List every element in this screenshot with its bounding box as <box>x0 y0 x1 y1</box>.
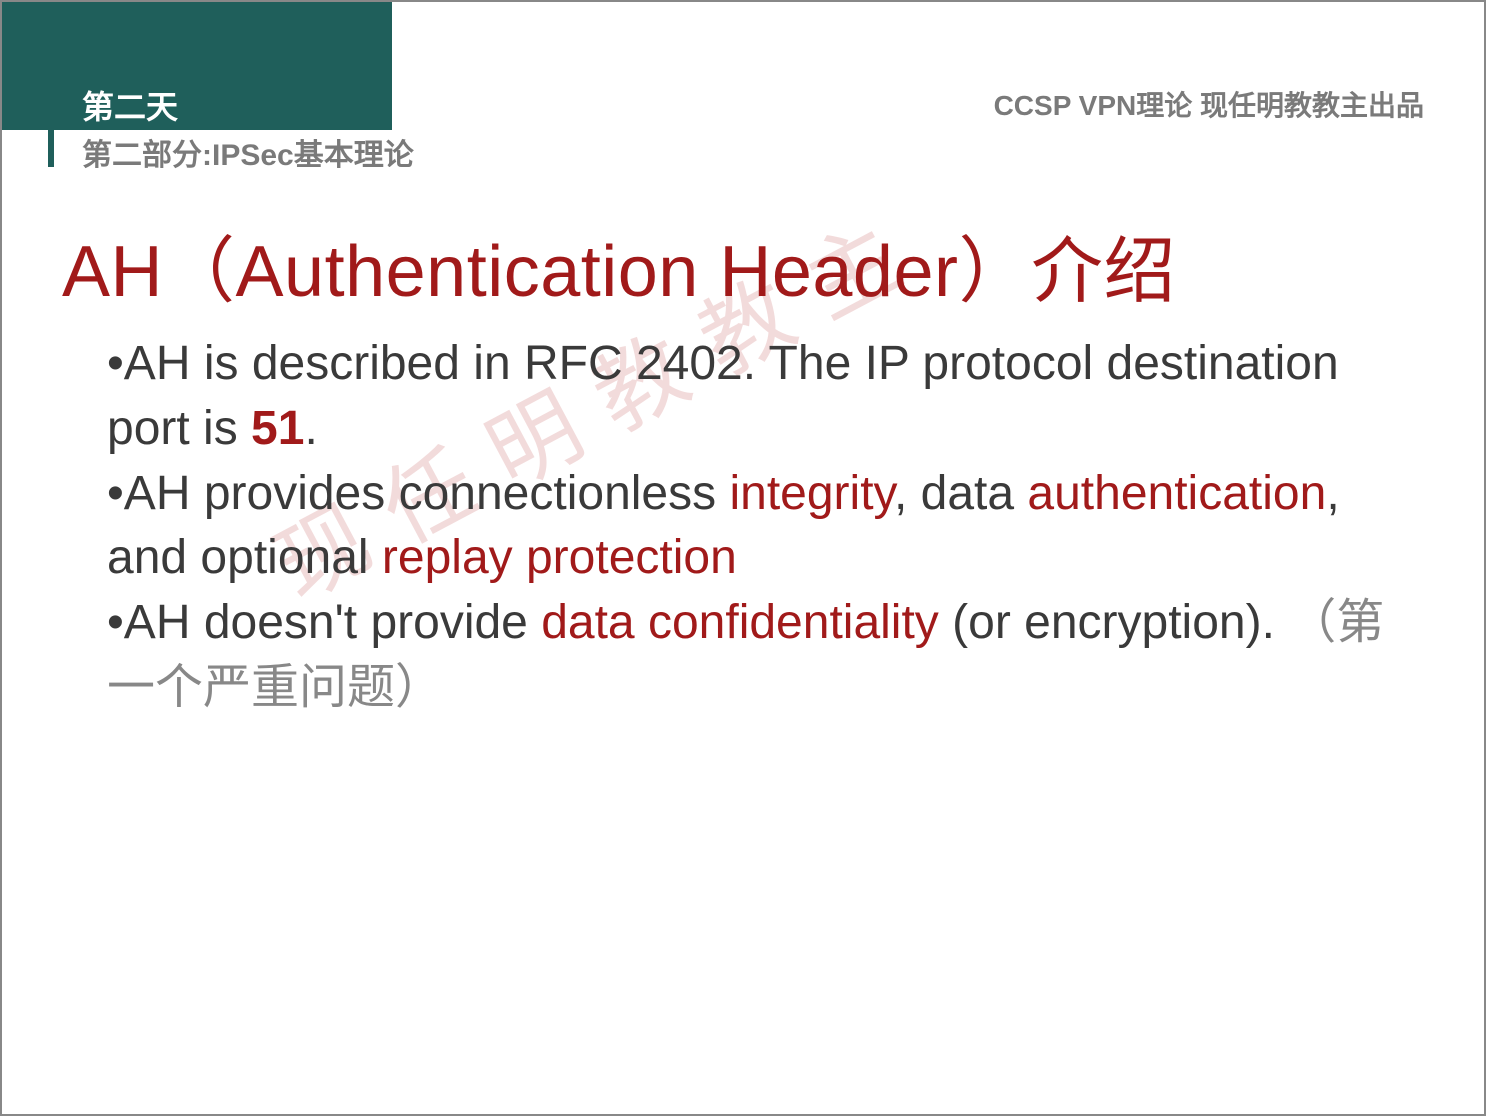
bullet-3-mid: (or encryption). <box>939 596 1288 649</box>
course-label: CCSP VPN理论 现任明教教主出品 <box>994 84 1424 124</box>
slide-title: AH（Authentication Header）介绍 <box>62 212 1176 317</box>
header-accent-bar <box>48 2 54 167</box>
bullet-2-mid1: , data <box>894 467 1027 520</box>
slide-content: •AH is described in RFC 2402. The IP pro… <box>107 332 1387 721</box>
bullet-2-authentication: authentication <box>1027 467 1326 520</box>
bullet-2-replay: replay protection <box>382 531 737 584</box>
bullet-3-pre: •AH doesn't provide <box>107 596 541 649</box>
section-label: 第二部分:IPSec基本理论 <box>82 130 414 174</box>
bullet-2-pre: •AH provides connectionless <box>107 467 729 520</box>
bullet-1-port: 51 <box>251 402 304 455</box>
header-block <box>2 2 392 130</box>
bullet-3-confidentiality: data confidentiality <box>541 596 939 649</box>
bullet-1-post: . <box>304 402 317 455</box>
slide: 第二天 第二部分:IPSec基本理论 CCSP VPN理论 现任明教教主出品 现… <box>0 0 1486 1116</box>
bullet-2-integrity: integrity <box>729 467 894 520</box>
day-label: 第二天 <box>82 82 178 128</box>
